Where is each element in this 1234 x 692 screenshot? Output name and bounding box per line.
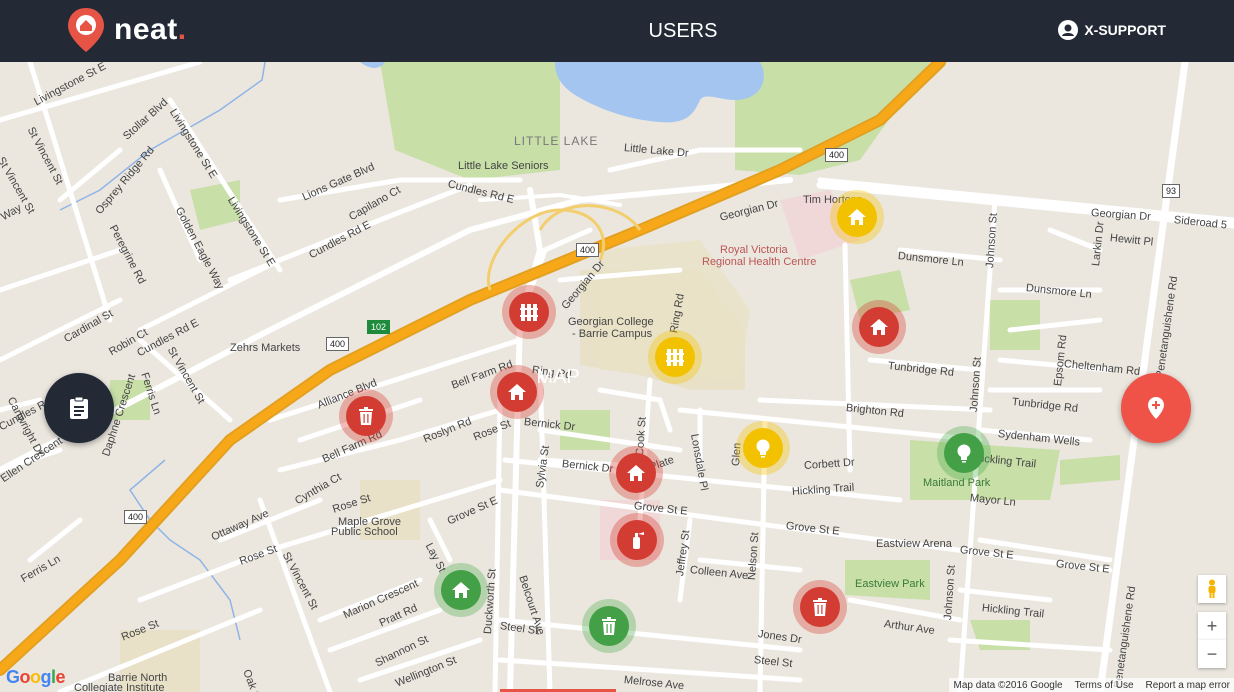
marker-house[interactable] (852, 300, 906, 354)
tab-map[interactable]: MAP (500, 62, 616, 692)
marker-house[interactable] (830, 190, 884, 244)
marker-bulb[interactable] (736, 421, 790, 475)
logo-pin-icon (66, 6, 106, 54)
house-icon (627, 465, 645, 481)
marker-bulb[interactable] (937, 426, 991, 480)
map-canvas[interactable]: 400 400 400 400 102 93 Livingstone St E … (0, 62, 1234, 692)
account-menu[interactable]: X-SUPPORT (1058, 20, 1166, 40)
marker-trash[interactable] (339, 389, 393, 443)
marker-house[interactable] (434, 563, 488, 617)
house-icon (848, 209, 866, 225)
logo-dot: . (177, 13, 187, 46)
fire-extinguisher-icon (633, 532, 644, 549)
add-location-icon (1148, 397, 1164, 419)
poi-label: Zehrs Markets (230, 342, 301, 354)
house-icon (870, 319, 888, 335)
map-data-credit: Map data ©2016 Google (953, 679, 1063, 691)
highway-93-shield: 93 (1162, 184, 1181, 198)
top-bar: neat. MAP USERS X-SUPPORT (0, 0, 1234, 692)
poi-label: Collegiate Institute (74, 682, 165, 692)
zoom-in-button[interactable]: + (1198, 612, 1226, 640)
marker-trash[interactable] (793, 580, 847, 634)
tab-users[interactable]: USERS (630, 0, 736, 62)
highway-400-shield: 400 (825, 148, 849, 162)
poi-label: Eastview Arena (876, 538, 952, 550)
google-logo: Google (6, 667, 66, 687)
poi-label: Royal Victoria (720, 244, 788, 256)
account-name: X-SUPPORT (1084, 22, 1166, 38)
highway-400-shield: 400 (326, 337, 350, 351)
highway-400-shield: 400 (124, 510, 148, 524)
trash-icon (813, 598, 827, 616)
park-label: Eastview Park (855, 578, 925, 590)
fence-icon (666, 349, 684, 366)
lightbulb-icon (756, 439, 770, 458)
lightbulb-icon (957, 444, 971, 463)
clipboard-icon (70, 396, 88, 419)
zoom-out-button[interactable]: − (1198, 640, 1226, 668)
house-icon (452, 582, 470, 598)
logo[interactable]: neat. (66, 6, 186, 54)
add-location-button[interactable] (1121, 373, 1191, 443)
terms-link[interactable]: Terms of Use (1075, 680, 1134, 691)
map-attribution: Map data ©2016 Google Terms of Use Repor… (949, 678, 1234, 692)
report-error-link[interactable]: Report a map error (1146, 680, 1230, 691)
poi-label: Regional Health Centre (702, 256, 817, 268)
pegman-icon (1208, 579, 1216, 598)
street-view-pegman[interactable] (1198, 575, 1226, 603)
logo-text: neat (114, 13, 178, 46)
account-icon (1058, 20, 1079, 40)
marker-extinguisher[interactable] (610, 513, 664, 567)
marker-house[interactable] (609, 446, 663, 500)
poi-label: Public School (331, 526, 398, 538)
marker-fence[interactable] (648, 330, 702, 384)
highway-102-shield: 102 (367, 320, 391, 334)
reports-button[interactable] (44, 373, 114, 443)
trash-icon (359, 407, 373, 425)
